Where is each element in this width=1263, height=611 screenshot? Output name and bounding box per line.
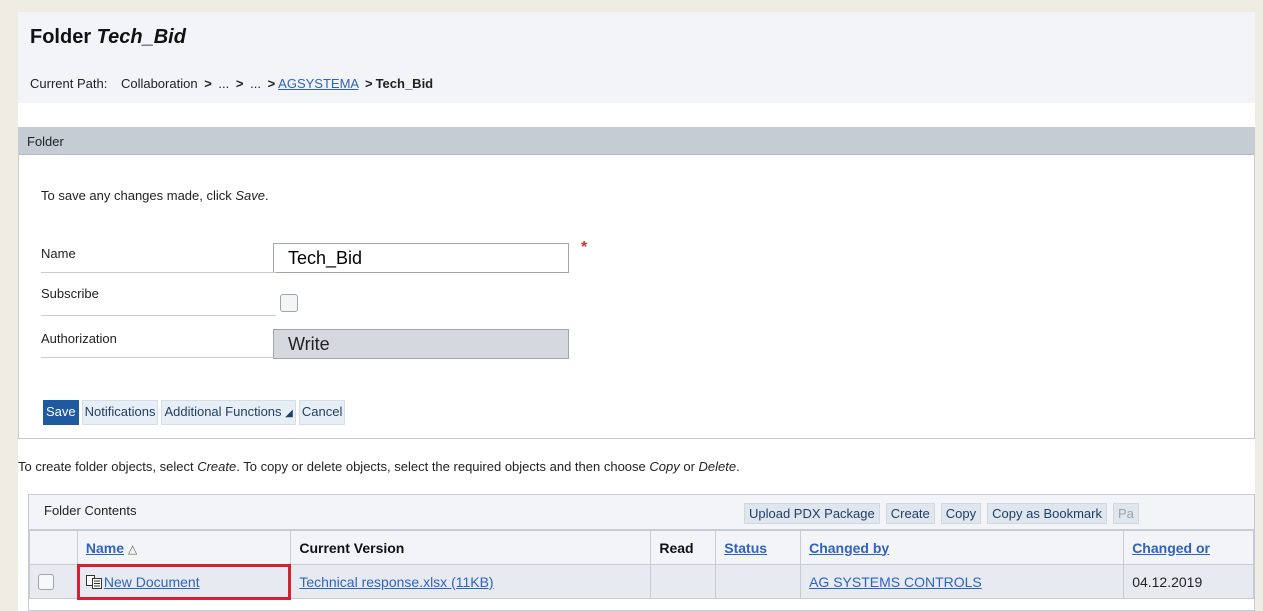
dropdown-triangle-icon: ◢ bbox=[285, 408, 293, 419]
breadcrumb-item-ellipsis: ... bbox=[218, 76, 230, 91]
version-file-link[interactable]: Technical response.xlsx (11KB) bbox=[299, 574, 493, 590]
row-name-cell: New Document bbox=[76, 564, 292, 599]
folder-button-bar: Save Notifications Additional Functions … bbox=[43, 400, 346, 425]
row-changed-by-cell: AG SYSTEMS CONTROLS bbox=[800, 564, 1125, 599]
read-column-header: Read bbox=[650, 530, 717, 565]
row-checkbox[interactable] bbox=[38, 574, 54, 591]
additional-functions-button[interactable]: Additional Functions ◢ bbox=[161, 400, 296, 425]
instr-create: Create bbox=[197, 459, 237, 474]
additional-functions-label: Additional Functions bbox=[164, 404, 282, 419]
name-label: Name bbox=[41, 246, 76, 261]
instr-delete: Delete bbox=[698, 459, 737, 474]
authorization-label: Authorization bbox=[41, 331, 117, 346]
save-hint-text: To save any changes made, click bbox=[41, 188, 236, 203]
breadcrumb-current: Tech_Bid bbox=[375, 76, 434, 91]
breadcrumb-item-ellipsis: ... bbox=[250, 76, 261, 91]
title-folder-name: Tech_Bid bbox=[96, 26, 186, 48]
upload-pdx-button[interactable]: Upload PDX Package bbox=[744, 503, 880, 524]
changed-by-sort-link[interactable]: Changed by bbox=[809, 540, 889, 556]
page: Folder Tech_Bid Current Path: Collaborat… bbox=[18, 12, 1255, 611]
create-button[interactable]: Create bbox=[885, 503, 935, 524]
changed-by-column-header[interactable]: Changed by bbox=[800, 530, 1125, 565]
page-header: Folder Tech_Bid Current Path: Collaborat… bbox=[18, 12, 1255, 103]
document-icon bbox=[85, 574, 102, 589]
divider bbox=[41, 272, 276, 273]
required-marker: * bbox=[581, 239, 588, 256]
folder-panel: Folder To save any changes made, click S… bbox=[18, 127, 1255, 439]
row-version-cell: Technical response.xlsx (11KB) bbox=[290, 564, 652, 599]
cancel-button[interactable]: Cancel bbox=[298, 400, 346, 425]
row-read-cell bbox=[650, 564, 717, 599]
folder-contents-title: Folder Contents bbox=[44, 503, 137, 518]
instr-text: To create folder objects, select bbox=[18, 459, 198, 474]
divider bbox=[41, 357, 276, 358]
authorization-field: Write bbox=[273, 329, 569, 359]
row-changed-on-cell: 04.12.2019 bbox=[1123, 564, 1254, 599]
breadcrumb-label: Current Path: bbox=[30, 76, 108, 91]
subscribe-checkbox[interactable] bbox=[280, 294, 298, 312]
breadcrumb-item-collaboration: Collaboration bbox=[120, 76, 198, 91]
changed-on-sort-link[interactable]: Changed or bbox=[1132, 540, 1210, 556]
row-status-cell bbox=[715, 564, 802, 599]
copy-as-bookmark-button[interactable]: Copy as Bookmark bbox=[987, 503, 1107, 524]
table-header-row: Name △ Current Version Read Status Change… bbox=[29, 530, 1254, 565]
folder-panel-title: Folder bbox=[19, 128, 1254, 155]
save-hint-end: . bbox=[265, 188, 269, 203]
copy-button[interactable]: Copy bbox=[940, 503, 982, 524]
row-select-cell bbox=[29, 564, 78, 599]
save-hint: To save any changes made, click Save. bbox=[41, 188, 269, 203]
name-sort-link[interactable]: Name bbox=[86, 540, 124, 556]
status-column-header[interactable]: Status bbox=[715, 530, 802, 565]
table-row: New Document Technical response.xlsx (11… bbox=[29, 564, 1254, 599]
breadcrumb: Current Path: Collaboration > ... > ... … bbox=[30, 76, 433, 91]
sort-ascending-icon: △ bbox=[128, 541, 138, 556]
breadcrumb-separator: > bbox=[204, 76, 212, 91]
divider bbox=[41, 315, 276, 316]
save-button[interactable]: Save bbox=[43, 400, 79, 425]
folder-contents-table: Name △ Current Version Read Status Change… bbox=[29, 530, 1254, 599]
breadcrumb-separator: > bbox=[267, 76, 276, 91]
instr-text: or bbox=[679, 459, 699, 474]
document-name-link[interactable]: New Document bbox=[104, 574, 200, 590]
breadcrumb-separator: > bbox=[364, 76, 373, 91]
page-title: Folder Tech_Bid bbox=[30, 26, 186, 49]
status-sort-link[interactable]: Status bbox=[724, 540, 767, 556]
breadcrumb-separator: > bbox=[235, 76, 244, 91]
breadcrumb-link-agsystema[interactable]: AGSYSTEMA bbox=[278, 76, 358, 91]
contents-toolbar: Upload PDX Package Create Copy Copy as B… bbox=[744, 503, 1139, 524]
select-column-header bbox=[29, 530, 78, 565]
current-version-column-header: Current Version bbox=[290, 530, 652, 565]
name-field[interactable] bbox=[273, 243, 569, 273]
save-hint-action: Save bbox=[235, 188, 266, 203]
name-column-header[interactable]: Name △ bbox=[76, 530, 292, 565]
notifications-button[interactable]: Notifications bbox=[81, 400, 159, 425]
instr-text: . To copy or delete objects, select the … bbox=[236, 459, 650, 474]
folder-contents-panel: Folder Contents Upload PDX Package Creat… bbox=[28, 494, 1255, 611]
title-prefix: Folder bbox=[30, 26, 97, 48]
instr-copy: Copy bbox=[649, 459, 680, 474]
folder-contents-header: Folder Contents Upload PDX Package Creat… bbox=[29, 495, 1254, 530]
create-instructions: To create folder objects, select Create.… bbox=[18, 459, 740, 474]
instr-text: . bbox=[736, 459, 740, 474]
subscribe-label: Subscribe bbox=[41, 286, 99, 301]
paste-button[interactable]: Pa bbox=[1112, 503, 1139, 524]
changed-on-column-header[interactable]: Changed or bbox=[1123, 530, 1254, 565]
changed-by-link[interactable]: AG SYSTEMS CONTROLS bbox=[809, 574, 982, 590]
